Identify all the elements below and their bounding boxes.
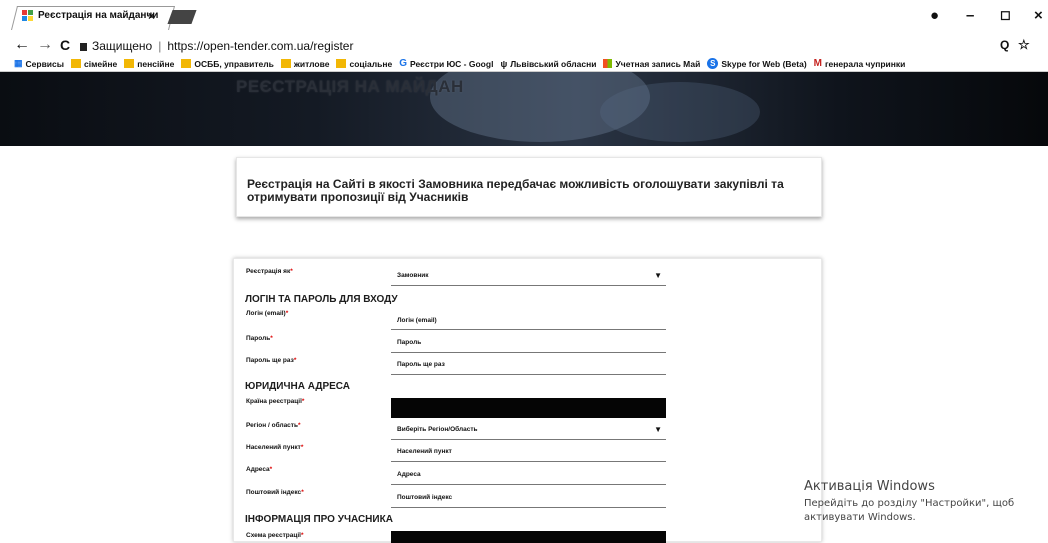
browser-tab-content[interactable]: Реєстрація на майданчи (22, 10, 158, 21)
registration-form: Реєстрація як* Замовник ▼ ЛОГІН ТА ПАРОЛ… (233, 258, 822, 543)
street-input[interactable]: Адреса (391, 471, 666, 485)
bookmark-folder[interactable]: сімейне (71, 59, 117, 69)
bookmark-star-icon[interactable]: ☆ (1018, 37, 1030, 53)
browser-tab-strip: Реєстрація на майданчи × ● – ◻ × (0, 0, 1048, 34)
country-select[interactable] (391, 398, 666, 418)
bookmark-google[interactable]: G Реєстри ЮС - Googl (399, 58, 493, 69)
country-label: Країна реєстрації* (246, 398, 305, 405)
url-text: https://open-tender.com.ua/register (167, 38, 354, 53)
hero-banner: РЕЄСТРАЦІЯ НА МАЙДАН (0, 72, 1048, 146)
login-email-input[interactable]: Логін (email) (391, 317, 666, 330)
zip-input[interactable]: Поштовий індекс (391, 494, 666, 508)
account-icon[interactable]: ● (930, 7, 939, 24)
scheme-label: Схема реєстрації* (246, 532, 304, 539)
address-input[interactable]: Защищено | https://open-tender.com.ua/re… (80, 37, 1030, 54)
bookmark-folder[interactable]: пенсійне (124, 59, 174, 69)
participant-section-heading: ІНФОРМАЦІЯ ПРО УЧАСНИКА (245, 514, 393, 525)
new-tab-button[interactable] (167, 10, 197, 24)
folder-icon (124, 59, 135, 68)
zip-label: Поштовий індекс* (246, 489, 304, 496)
folder-icon (280, 59, 291, 68)
secure-label: Защищено (92, 38, 153, 53)
password-input[interactable]: Пароль (391, 339, 666, 353)
chevron-down-icon: ▼ (654, 425, 662, 434)
gmail-icon: M (813, 58, 823, 69)
register-as-label: Реєстрація як* (246, 268, 293, 275)
login-section-heading: ЛОГІН ТА ПАРОЛЬ ДЛЯ ВХОДУ (245, 294, 398, 305)
zoom-icon[interactable]: Q (1000, 38, 1009, 52)
bookmark-label: Сервисы (25, 58, 65, 69)
region-value: Виберіть Регіон/Область (397, 426, 478, 433)
bookmark-folder[interactable]: ОСББ, управитель (181, 58, 274, 69)
password-repeat-label: Пароль ще раз* (246, 357, 297, 364)
bookmark-label: пенсійне (137, 58, 175, 69)
bookmark-label: житлове (293, 58, 330, 69)
street-label: Адреса* (246, 466, 273, 473)
login-label: Логін (email)* (246, 310, 289, 317)
microsoft-icon (603, 59, 613, 68)
restore-button[interactable]: ◻ (1000, 7, 1011, 23)
bookmark-label: Skype for Web (Beta) (721, 58, 807, 69)
chevron-down-icon: ▼ (654, 271, 662, 280)
minimize-button[interactable]: – (966, 7, 974, 24)
password-repeat-input[interactable]: Пароль ще раз (391, 361, 666, 375)
info-text: Реєстрація на Сайті в якості Замовника п… (247, 177, 784, 204)
address-section-heading: ЮРИДИЧНА АДРЕСА (245, 381, 350, 392)
bookmarks-bar: ▦ Сервисы сімейне пенсійне ОСББ, управите… (0, 56, 1048, 72)
trident-icon: ψ (500, 58, 508, 69)
bookmark-lviv[interactable]: ψ Львівський обласни (500, 59, 596, 69)
hero-background-shape (600, 82, 760, 142)
skype-icon: S (707, 58, 719, 69)
activation-text: Перейдіть до розділу "Настройки", щоб ак… (804, 498, 1015, 523)
close-window-button[interactable]: × (1034, 7, 1043, 24)
city-input[interactable]: Населений пункт (391, 448, 666, 462)
bookmark-folder[interactable]: житлове (280, 58, 330, 69)
back-icon[interactable]: ← (14, 36, 30, 54)
address-divider: | (158, 38, 162, 53)
bookmark-folder[interactable]: соціальне (336, 59, 392, 69)
activation-title: Активація Windows (804, 479, 935, 494)
bookmark-skype[interactable]: S Skype for Web (Beta) (707, 58, 807, 69)
windows-activation-watermark: Активація Windows Перейдіть до розділу "… (804, 479, 1034, 525)
tab-close-icon[interactable]: × (148, 9, 155, 23)
password-label: Пароль* (246, 335, 273, 342)
region-select[interactable]: Виберіть Регіон/Область ▼ (391, 425, 666, 440)
reload-icon[interactable]: C (60, 37, 70, 53)
bookmark-label: соціальне (349, 58, 393, 69)
page-title: РЕЄСТРАЦІЯ НА МАЙДАН (236, 77, 464, 96)
bookmark-microsoft[interactable]: Учетная запись Май (603, 59, 700, 69)
tab-title: Реєстрація на майданчи (38, 10, 159, 21)
bookmark-gmail[interactable]: Mгенерала чупринки (814, 58, 906, 69)
register-as-value: Замовник (397, 272, 429, 279)
forward-icon[interactable]: → (37, 36, 53, 54)
info-card: Реєстрація на Сайті в якості Замовника п… (236, 157, 822, 217)
apps-icon: ▦ (14, 58, 23, 68)
bookmark-apps[interactable]: ▦ Сервисы (14, 58, 64, 69)
register-as-select[interactable]: Замовник ▼ (391, 271, 666, 286)
bookmark-label: Учетная запись Май (615, 58, 701, 69)
bookmark-label: ОСББ, управитель (194, 58, 274, 69)
folder-icon (336, 59, 347, 68)
bookmark-label: Реєстри ЮС - Googl (409, 58, 494, 69)
google-icon: G (399, 58, 407, 69)
region-label: Регіон / область* (246, 422, 301, 429)
lock-icon (80, 42, 87, 51)
scheme-select[interactable] (391, 531, 666, 543)
city-label: Населений пункт* (246, 444, 304, 451)
folder-icon (181, 59, 192, 68)
bookmark-label: Львівський обласни (510, 58, 597, 69)
folder-icon (71, 59, 82, 68)
site-favicon-icon (22, 10, 33, 21)
bookmark-label: генерала чупринки (825, 58, 906, 69)
bookmark-label: сімейне (84, 58, 118, 69)
